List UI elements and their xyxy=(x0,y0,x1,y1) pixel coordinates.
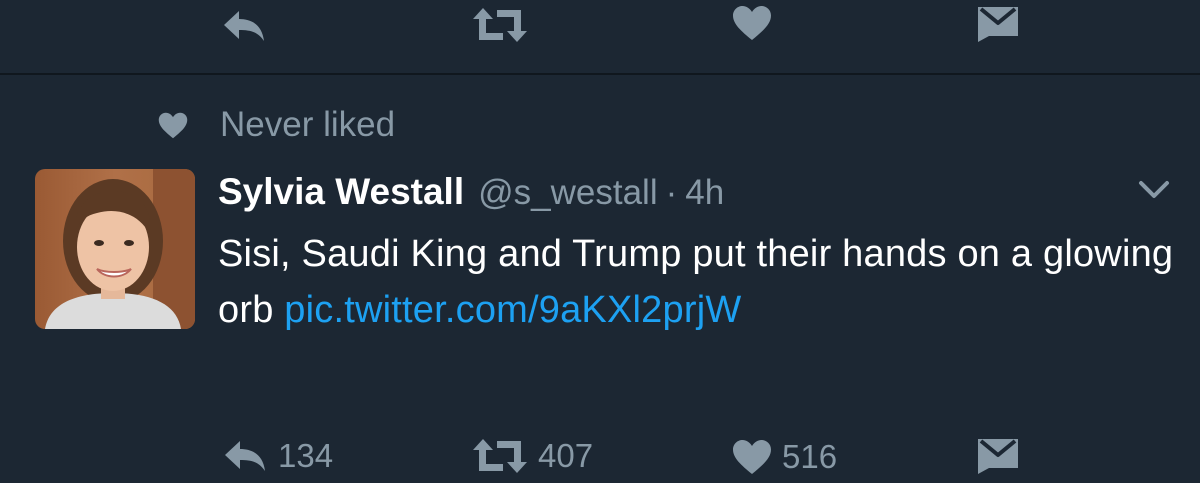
social-context-text: Never liked xyxy=(220,105,396,144)
retweet-button[interactable]: 407 xyxy=(472,436,593,476)
social-context: Never liked xyxy=(158,104,395,146)
tweet-menu-button[interactable] xyxy=(1138,180,1170,205)
heart-icon xyxy=(733,6,771,40)
like-count: 516 xyxy=(782,438,838,475)
reply-count: 134 xyxy=(278,437,334,474)
like-button[interactable] xyxy=(732,5,772,41)
envelope-icon xyxy=(978,439,1018,474)
chevron-down-icon xyxy=(1139,181,1169,198)
user-handle[interactable]: @s_westall xyxy=(478,169,657,217)
heart-icon xyxy=(158,112,188,138)
previous-tweet-action-bar xyxy=(0,0,1200,50)
retweet-count: 407 xyxy=(538,437,594,474)
envelope-icon xyxy=(978,7,1018,42)
tweet-divider xyxy=(0,73,1200,75)
reply-button[interactable] xyxy=(222,8,266,44)
timestamp[interactable]: 4h xyxy=(685,169,724,217)
retweet-button[interactable] xyxy=(472,6,528,44)
like-button[interactable]: 516 xyxy=(732,437,837,477)
reply-button[interactable]: 134 xyxy=(222,436,333,476)
reply-icon xyxy=(225,441,265,471)
display-name[interactable]: Sylvia Westall xyxy=(218,168,464,216)
separator-dot: · xyxy=(665,173,678,212)
direct-message-button[interactable] xyxy=(977,438,1019,474)
direct-message-button[interactable] xyxy=(977,6,1019,42)
retweet-icon xyxy=(473,439,527,473)
tweet-text: Sisi, Saudi King and Trump put their han… xyxy=(218,226,1178,338)
reply-icon xyxy=(224,11,264,41)
avatar[interactable] xyxy=(35,169,195,329)
tweet-media-link[interactable]: pic.twitter.com/9aKXl2prjW xyxy=(284,289,741,331)
tweet-header: Sylvia Westall @s_westall · 4h xyxy=(218,168,724,216)
heart-icon xyxy=(733,440,771,474)
retweet-icon xyxy=(473,8,527,42)
